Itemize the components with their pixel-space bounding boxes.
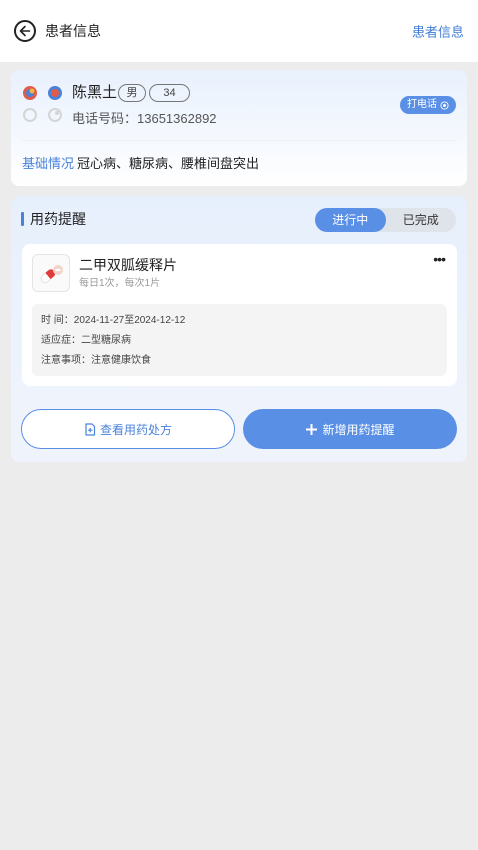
more-icon[interactable]: ••• xyxy=(433,252,446,266)
patient-card: 陈黑土 男 34 电话号码：13651362892 打电话 基础情况 冠心病、糖… xyxy=(11,70,467,186)
page-title: 患者信息 xyxy=(45,23,101,39)
patient-info-link[interactable]: 患者信息 xyxy=(412,22,464,41)
status-toggle: 进行中 已完成 xyxy=(315,208,456,232)
back-icon[interactable] xyxy=(14,20,36,42)
divider xyxy=(22,140,456,141)
section-title: 用药提醒 xyxy=(30,211,86,227)
medication-indication: 适应症：二型糖尿病 xyxy=(41,335,131,346)
medication-time: 时 间：2024-11-27至2024-12-12 xyxy=(41,315,186,326)
avatar-icon xyxy=(23,86,62,122)
basic-info-value: 冠心病、糖尿病、腰椎间盘突出 xyxy=(77,156,260,171)
medication-dose: 每日1次，每次1片 xyxy=(79,278,161,289)
view-prescription-button[interactable]: 查看用药处方 xyxy=(21,409,235,449)
age-badge: 34 xyxy=(149,84,190,102)
tab-completed[interactable]: 已完成 xyxy=(386,208,457,232)
medication-item[interactable]: 二甲双胍缓释片 每日1次，每次1片 ••• 时 间：2024-11-27至202… xyxy=(22,244,457,386)
medication-notes: 注意事项：注意健康饮食 xyxy=(41,355,151,366)
phone-number: 电话号码：13651362892 xyxy=(72,111,217,126)
medication-reminder-card: 用药提醒 进行中 已完成 二甲双胍缓释片 每日1次，每次1片 ••• 时 间：2… xyxy=(11,196,467,462)
add-reminder-label: 新增用药提醒 xyxy=(322,422,395,437)
section-marker xyxy=(21,212,24,226)
call-button-label: 打电话 xyxy=(407,99,437,110)
top-bar: 患者信息 患者信息 xyxy=(0,0,478,62)
patient-avatar-group xyxy=(22,84,66,124)
medication-name: 二甲双胍缓释片 xyxy=(79,257,177,273)
plus-icon xyxy=(306,423,318,435)
add-reminder-button[interactable]: 新增用药提醒 xyxy=(243,409,457,449)
pill-icon xyxy=(32,254,70,292)
medication-details: 时 间：2024-11-27至2024-12-12 适应症：二型糖尿病 注意事项… xyxy=(32,304,447,376)
patient-name: 陈黑土 xyxy=(72,84,118,101)
document-plus-icon xyxy=(85,422,96,436)
basic-info-label: 基础情况 xyxy=(22,156,75,171)
call-button[interactable]: 打电话 xyxy=(400,96,456,114)
gender-badge: 男 xyxy=(118,84,146,102)
tab-in-progress[interactable]: 进行中 xyxy=(315,208,386,232)
view-prescription-label: 查看用药处方 xyxy=(99,422,172,437)
circle-arrow-icon xyxy=(440,100,449,110)
